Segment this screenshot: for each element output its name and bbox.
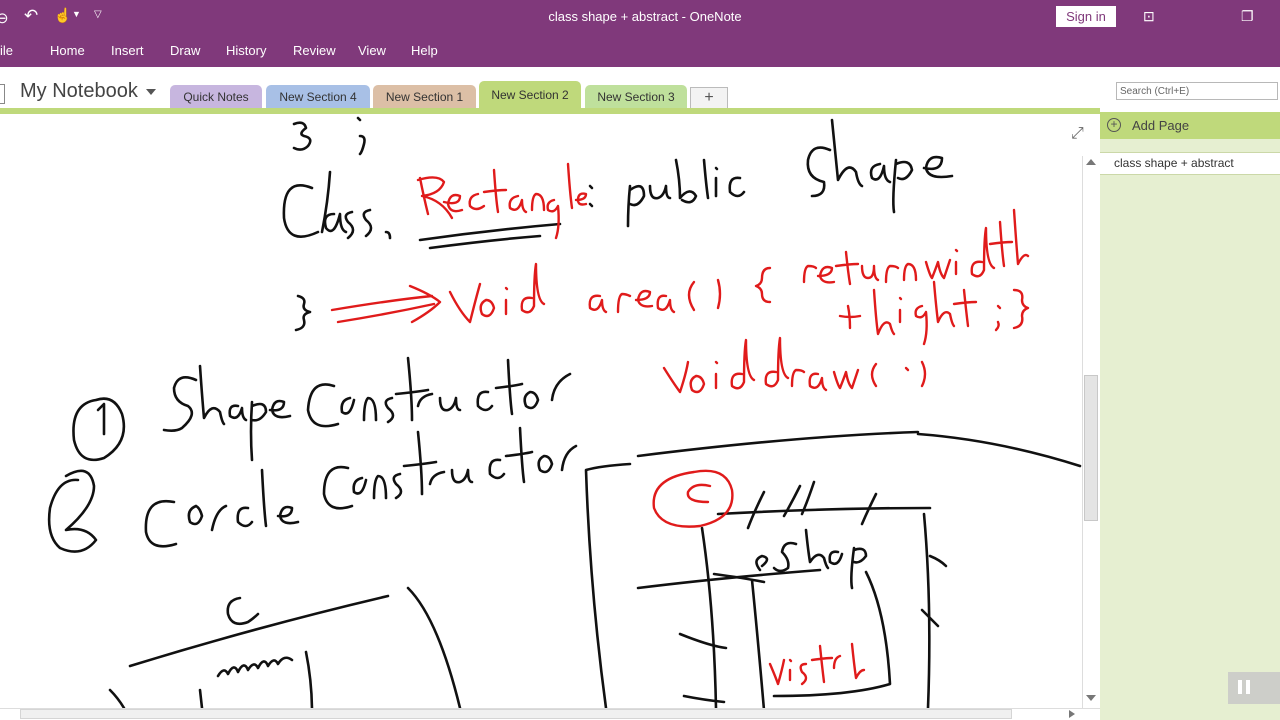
vertical-scroll-thumb[interactable] bbox=[1084, 375, 1098, 521]
ribbon-display-icon[interactable]: ⊡ bbox=[1143, 8, 1155, 25]
add-page-label[interactable]: Add Page bbox=[1132, 118, 1189, 133]
search-input[interactable]: Search (Ctrl+E) bbox=[1116, 82, 1278, 100]
sign-in-button[interactable]: Sign in bbox=[1056, 6, 1116, 27]
tab-history[interactable]: History bbox=[226, 43, 266, 58]
add-section-button[interactable]: + bbox=[690, 87, 728, 110]
handwritten-ink bbox=[47, 116, 1082, 708]
tab-home[interactable]: Home bbox=[50, 43, 85, 58]
add-page-button[interactable] bbox=[1100, 112, 1280, 139]
red-ink-strokes bbox=[330, 162, 1030, 686]
page-item-label[interactable]: class shape + abstract bbox=[1114, 156, 1234, 170]
section-tab-new-section-4[interactable]: New Section 4 bbox=[266, 85, 370, 110]
pause-icon-bar bbox=[1246, 680, 1250, 694]
nav-pane-toggle[interactable] bbox=[0, 84, 5, 104]
scroll-up-icon[interactable] bbox=[1086, 159, 1096, 165]
tab-draw[interactable]: Draw bbox=[170, 43, 200, 58]
black-ink-strokes bbox=[47, 116, 1082, 708]
section-tab-quick-notes[interactable]: Quick Notes bbox=[170, 85, 262, 110]
tab-help[interactable]: Help bbox=[411, 43, 438, 58]
notebook-name[interactable]: My Notebook bbox=[20, 80, 138, 103]
restore-window-icon[interactable]: ❐ bbox=[1241, 8, 1254, 25]
horizontal-scroll-thumb[interactable] bbox=[20, 709, 1012, 719]
file-tab[interactable]: ile bbox=[0, 43, 13, 58]
tab-view[interactable]: View bbox=[358, 43, 386, 58]
section-tab-new-section-1[interactable]: New Section 1 bbox=[373, 85, 476, 110]
tab-review[interactable]: Review bbox=[293, 43, 336, 58]
scroll-down-icon[interactable] bbox=[1086, 695, 1096, 701]
notebook-dropdown-icon[interactable] bbox=[146, 89, 156, 95]
scroll-right-icon[interactable] bbox=[1069, 710, 1075, 718]
pause-icon[interactable] bbox=[1238, 680, 1242, 694]
tab-insert[interactable]: Insert bbox=[111, 43, 144, 58]
section-tab-new-section-3[interactable]: New Section 3 bbox=[585, 85, 687, 110]
page-list-pane bbox=[1100, 112, 1280, 720]
pause-overlay[interactable] bbox=[1228, 672, 1280, 704]
add-page-icon: + bbox=[1107, 118, 1121, 132]
